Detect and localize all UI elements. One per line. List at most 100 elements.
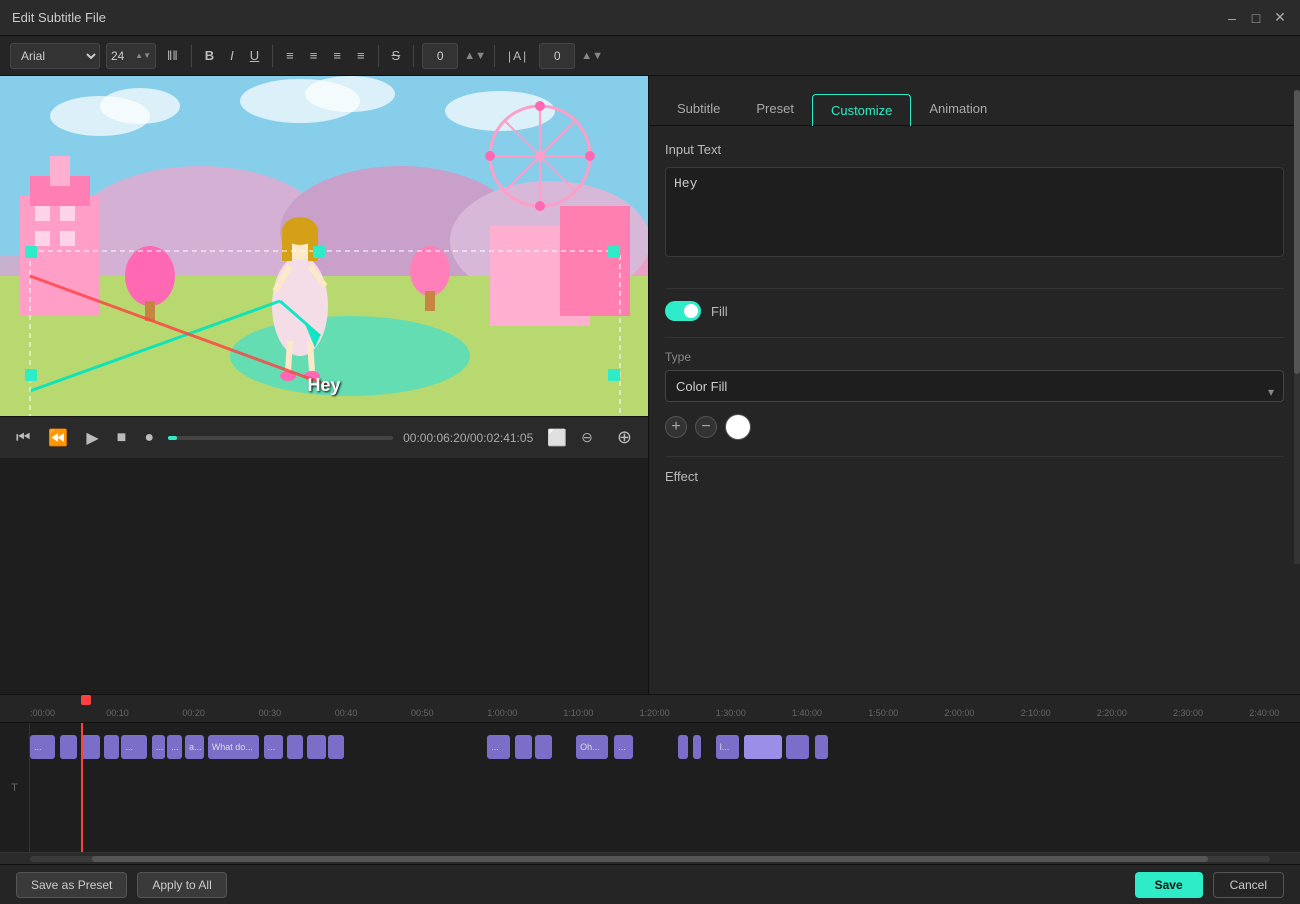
color-swatch-white[interactable] <box>725 414 751 440</box>
add-color-button[interactable]: + <box>665 416 687 438</box>
tabs-row: Subtitle Preset Customize Animation <box>649 76 1300 126</box>
loop-button[interactable]: ● <box>140 425 158 451</box>
progress-bar[interactable] <box>168 436 393 440</box>
clip-13[interactable]: ... <box>487 735 510 759</box>
ruler-mark-14: 2:20:00 <box>1097 708 1127 718</box>
footer-right: Save Cancel <box>1135 872 1284 898</box>
apply-to-all-button[interactable]: Apply to All <box>137 872 226 898</box>
clip-9[interactable]: ... <box>264 735 283 759</box>
fullscreen-button[interactable]: ⬜ <box>543 424 571 452</box>
remove-color-button[interactable]: − <box>695 416 717 438</box>
minimize-button[interactable]: – <box>1224 10 1240 26</box>
clip-16[interactable]: ... <box>614 735 633 759</box>
ruler-mark-4: 00:40 <box>335 708 358 718</box>
align-justify-button[interactable]: ≡ <box>352 43 370 69</box>
clip-3[interactable] <box>81 735 100 759</box>
bold-button[interactable]: B <box>200 43 219 69</box>
right-scrollbar[interactable] <box>1294 90 1300 564</box>
ruler-mark-8: 1:20:00 <box>640 708 670 718</box>
clip-8[interactable]: a... <box>185 735 204 759</box>
clip-1[interactable]: ... <box>30 735 55 759</box>
tracking-input[interactable] <box>539 43 575 69</box>
italic-button[interactable]: I <box>225 43 239 69</box>
cancel-button[interactable]: Cancel <box>1213 872 1284 898</box>
ruler-mark-13: 2:10:00 <box>1021 708 1051 718</box>
tracking-icon[interactable]: |A| <box>503 43 533 69</box>
fill-toggle[interactable] <box>665 301 701 321</box>
clip-18[interactable] <box>693 735 701 759</box>
tab-customize[interactable]: Customize <box>812 94 911 126</box>
track-content[interactable]: ... ... ... ... a... What do... ... ... … <box>30 723 1300 852</box>
video-panel: Hey ⏮ ⏪ ▶ ■ ● 00:00:06:20/00:02:41:05 ⬜ … <box>0 76 648 694</box>
strikethrough-button[interactable]: S <box>387 43 406 69</box>
close-button[interactable]: ✕ <box>1272 10 1288 26</box>
sep-3 <box>378 45 379 67</box>
ruler-mark-15: 2:30:00 <box>1173 708 1203 718</box>
input-text-field[interactable]: Hey <box>665 167 1284 257</box>
clip-2[interactable] <box>60 735 77 759</box>
tracking-arrows: ▲▼ <box>581 50 603 62</box>
divider-1 <box>665 288 1284 289</box>
underline-button[interactable]: U <box>245 43 264 69</box>
tab-preset[interactable]: Preset <box>738 93 812 126</box>
sep-4 <box>413 45 414 67</box>
maximize-button[interactable]: □ <box>1248 10 1264 26</box>
font-family-select[interactable]: Arial <box>10 43 100 69</box>
tab-animation[interactable]: Animation <box>911 93 1005 126</box>
clip-7[interactable]: ... <box>167 735 182 759</box>
divider-3 <box>665 456 1284 457</box>
window-title: Edit Subtitle File <box>12 10 106 25</box>
clip-17[interactable] <box>678 735 688 759</box>
clip-12[interactable] <box>328 735 343 759</box>
panel-content: Input Text Hey Fill Type Color Fill Grad… <box>649 126 1300 694</box>
scrollbar-track[interactable] <box>30 856 1270 862</box>
clip-6[interactable]: ... <box>152 735 165 759</box>
timeline-scrollbar[interactable] <box>0 852 1300 864</box>
stop-button[interactable]: ■ <box>113 425 131 451</box>
zoom-add-button[interactable]: ⊕ <box>613 423 636 452</box>
sep-2 <box>272 45 273 67</box>
type-label: Type <box>665 350 1284 364</box>
align-left-button[interactable]: ≡ <box>281 43 299 69</box>
clip-14[interactable] <box>515 735 532 759</box>
time-display: 00:00:06:20/00:02:41:05 <box>403 431 533 445</box>
clip-whatdo[interactable]: What do... <box>208 735 259 759</box>
save-button[interactable]: Save <box>1135 872 1203 898</box>
clip-11[interactable] <box>307 735 326 759</box>
fill-row: Fill <box>665 301 1284 321</box>
align-right-button[interactable]: ≡ <box>328 43 346 69</box>
toggle-knob <box>684 304 698 318</box>
type-select[interactable]: Color Fill Gradient Fill None <box>665 370 1284 402</box>
frame-back-button[interactable]: ⏪ <box>44 424 72 452</box>
align-center-button[interactable]: ≡ <box>305 43 323 69</box>
color-row: + − <box>665 414 1284 440</box>
sep-5 <box>494 45 495 67</box>
clip-15[interactable] <box>535 735 552 759</box>
clip-l[interactable]: l... <box>716 735 739 759</box>
clip-10[interactable] <box>287 735 304 759</box>
clip-oh[interactable]: Oh... <box>576 735 608 759</box>
clip-long[interactable] <box>744 735 782 759</box>
track-label-t: T <box>0 723 30 852</box>
clip-19[interactable] <box>786 735 809 759</box>
columns-icon[interactable]: ‖‖ <box>162 43 183 69</box>
scene-svg <box>0 76 648 416</box>
play-button[interactable]: ▶ <box>82 424 102 452</box>
tab-subtitle[interactable]: Subtitle <box>659 93 738 126</box>
sep-1 <box>191 45 192 67</box>
scrollbar-thumb[interactable] <box>92 856 1208 862</box>
playhead-line <box>81 723 83 852</box>
clip-20[interactable] <box>815 735 828 759</box>
clip-5[interactable]: ... <box>121 735 146 759</box>
video-container[interactable]: Hey <box>0 76 648 416</box>
ruler-mark-10: 1:40:00 <box>792 708 822 718</box>
clip-4[interactable] <box>104 735 119 759</box>
opacity-input[interactable] <box>422 43 458 69</box>
subtitle-overlay: Hey <box>307 375 340 396</box>
ruler-mark-16: 2:40:00 <box>1249 708 1279 718</box>
ruler-mark-3: 00:30 <box>259 708 282 718</box>
video-frame: Hey <box>0 76 648 416</box>
skip-back-button[interactable]: ⏮ <box>12 425 34 451</box>
playhead-top <box>81 695 91 705</box>
save-as-preset-button[interactable]: Save as Preset <box>16 872 127 898</box>
